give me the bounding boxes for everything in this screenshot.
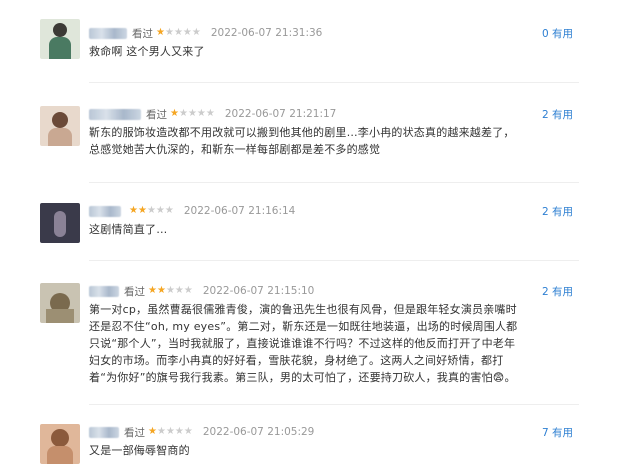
star-icon: ★ [156, 27, 165, 38]
review-time: 2022-06-07 21:21:17 [224, 108, 337, 120]
star-icon: ★ [196, 108, 206, 119]
review-header: 看过 ★ ★ ★ ★ ★ 2022-06-07 21:21:17 [89, 106, 336, 122]
star-icon: ★ [178, 108, 188, 119]
star-icon: ★ [165, 426, 175, 437]
star-icon: ★ [183, 426, 193, 437]
rating-stars: ★ ★ ★ ★ ★ [170, 109, 215, 119]
watch-status: 看过 [124, 426, 145, 439]
review-time: 2022-06-07 21:16:14 [183, 205, 296, 217]
rating-stars: ★ ★ ★ ★ ★ [156, 28, 201, 38]
star-icon: ★ [137, 205, 147, 216]
username[interactable] [89, 285, 119, 297]
review-time: 2022-06-07 21:31:36 [210, 27, 323, 39]
review-header: 看过 ★ ★ ★ ★ ★ 2022-06-07 21:31:36 [89, 25, 322, 41]
star-icon: ★ [191, 27, 201, 38]
username[interactable] [89, 426, 119, 438]
watch-status: 看过 [124, 285, 145, 298]
avatar[interactable] [40, 19, 80, 59]
star-icon: ★ [148, 426, 157, 437]
username[interactable] [89, 108, 141, 120]
star-icon: ★ [174, 426, 184, 437]
watch-status: 看过 [132, 27, 153, 40]
star-icon: ★ [187, 108, 197, 119]
star-icon: ★ [205, 108, 215, 119]
star-icon: ★ [164, 27, 174, 38]
star-icon: ★ [156, 426, 166, 437]
review-header: 看过 ★ ★ ★ ★ ★ 2022-06-07 21:05:29 [89, 424, 314, 440]
star-icon: ★ [146, 205, 156, 216]
useful-vote-button[interactable]: 2 有用 [542, 283, 573, 299]
review-time: 2022-06-07 21:05:29 [202, 426, 315, 438]
star-icon: ★ [183, 285, 193, 296]
avatar[interactable] [40, 106, 80, 146]
username[interactable] [89, 205, 121, 217]
divider [89, 182, 579, 183]
avatar[interactable] [40, 203, 80, 243]
useful-vote-button[interactable]: 0 有用 [542, 25, 573, 41]
star-icon: ★ [148, 285, 157, 296]
rating-stars: ★ ★ ★ ★ ★ [148, 286, 193, 296]
review-content: 又是一部侮辱智商的 [89, 444, 190, 457]
star-icon: ★ [173, 27, 183, 38]
star-icon: ★ [155, 205, 165, 216]
star-icon: ★ [170, 108, 179, 119]
avatar[interactable] [40, 283, 80, 323]
review-content: 救命啊 这个男人又来了 [89, 45, 205, 58]
star-icon: ★ [129, 205, 138, 216]
star-icon: ★ [156, 285, 166, 296]
divider [89, 404, 579, 405]
divider [89, 82, 579, 83]
useful-vote-button[interactable]: 7 有用 [542, 424, 573, 440]
review-time: 2022-06-07 21:15:10 [202, 285, 315, 297]
review-header: ★ ★ ★ ★ ★ 2022-06-07 21:16:14 [89, 203, 295, 219]
review-header: 看过 ★ ★ ★ ★ ★ 2022-06-07 21:15:10 [89, 283, 314, 299]
rating-stars: ★ ★ ★ ★ ★ [148, 427, 193, 437]
avatar[interactable] [40, 424, 80, 464]
review-content: 这剧情简直了… [89, 223, 168, 236]
useful-vote-button[interactable]: 2 有用 [542, 203, 573, 219]
rating-stars: ★ ★ ★ ★ ★ [129, 206, 174, 216]
divider [89, 260, 579, 261]
star-icon: ★ [174, 285, 184, 296]
review-content: 靳东的服饰妆造改都不用改就可以搬到他其他的剧里…李小冉的状态真的越来越差了，总感… [89, 126, 515, 156]
useful-vote-button[interactable]: 2 有用 [542, 106, 573, 122]
star-icon: ★ [182, 27, 192, 38]
watch-status: 看过 [146, 108, 167, 121]
review-content: 第一对cp，虽然曹磊很儒雅青俊，演的鲁迅先生也很有风骨，但是跟年轻女演员亲嘴时还… [89, 303, 518, 384]
star-icon: ★ [165, 285, 175, 296]
username[interactable] [89, 27, 127, 39]
star-icon: ★ [164, 205, 174, 216]
